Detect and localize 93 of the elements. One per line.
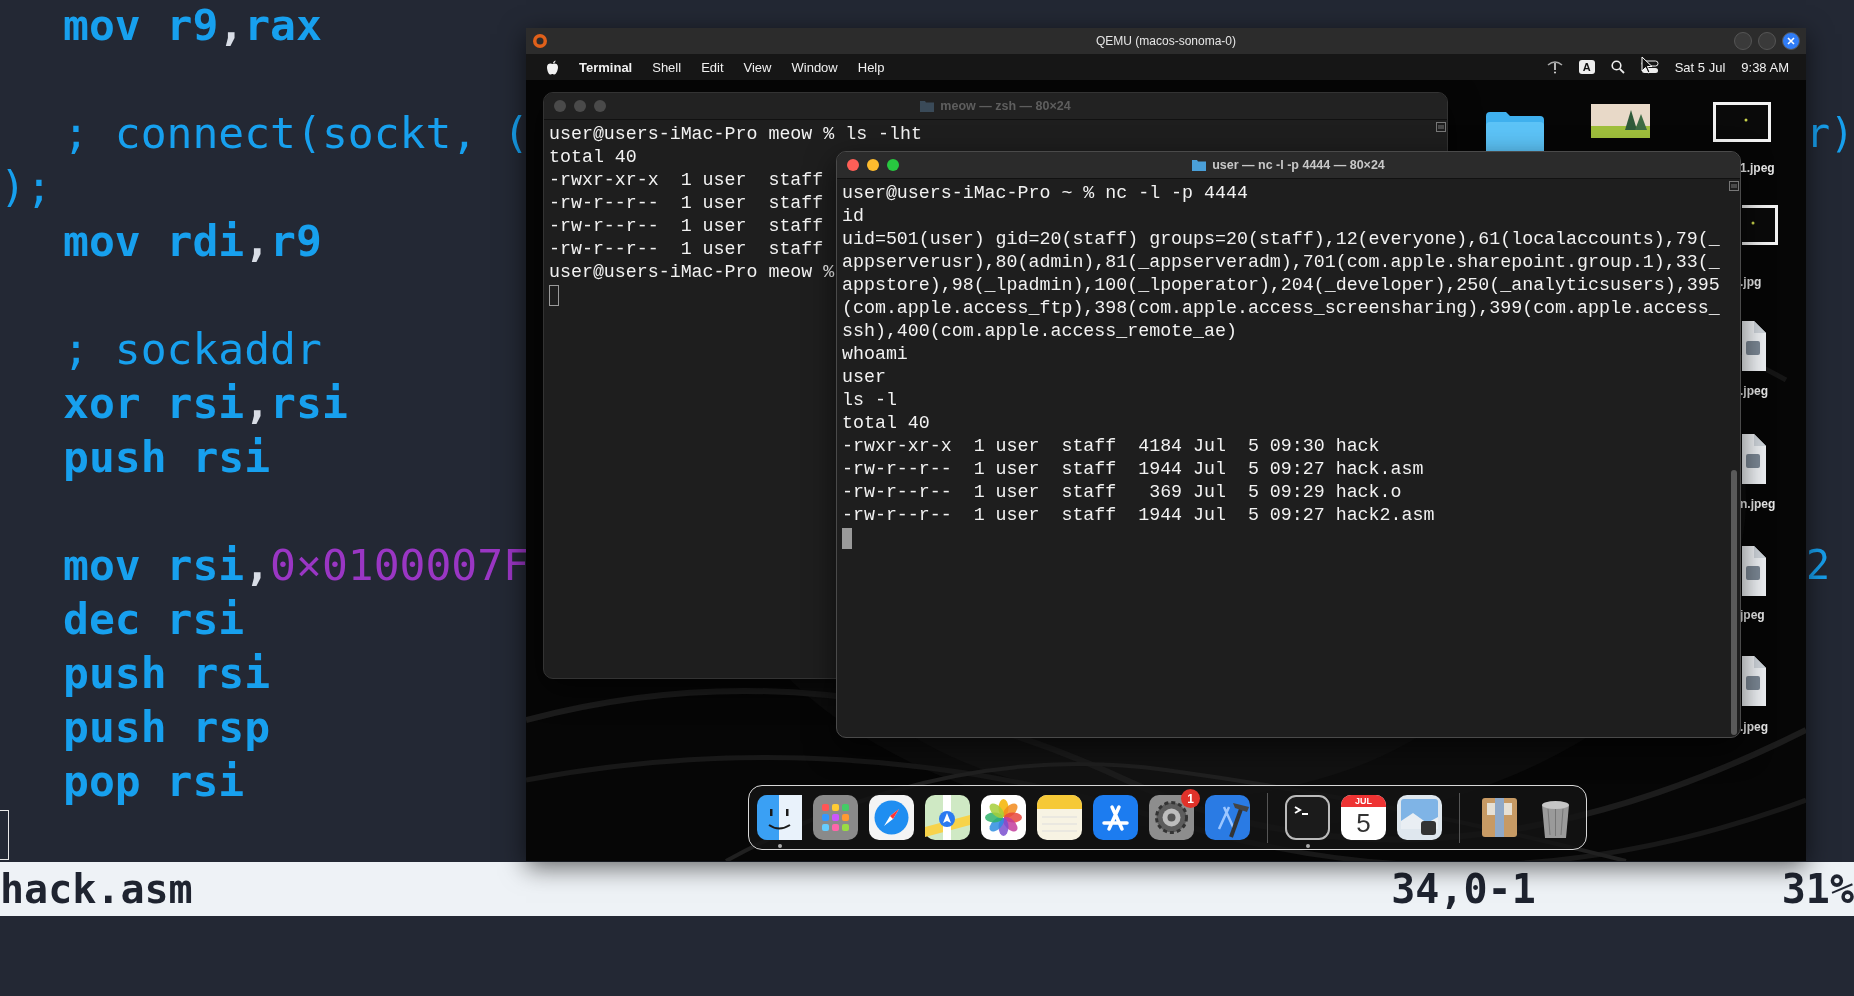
grid-icon[interactable] — [813, 795, 858, 840]
terminal-line: -rwxr-xr-x 1 user staff 4184 Jul 5 09:30 hack — [842, 435, 1380, 458]
logo-icon — [532, 33, 548, 49]
terminal-line: -rw-r--r-- 1 user staff — [549, 192, 824, 215]
close-button[interactable] — [1782, 32, 1800, 50]
map-icon[interactable] — [925, 795, 970, 840]
terminal-line: id — [842, 205, 864, 228]
file-name[interactable]: .jpeg — [1740, 720, 1768, 734]
photo-stack-icon[interactable] — [1397, 795, 1442, 840]
landscape-thumbnail[interactable] — [1591, 104, 1650, 138]
menu-item[interactable]: Window — [791, 59, 838, 75]
code-line-end: 2 — [1806, 542, 1832, 588]
code-line: push rsi — [63, 432, 271, 482]
app-menu[interactable]: Terminal — [579, 59, 633, 75]
code-line: mov r9,rax — [63, 0, 322, 50]
calendar-icon[interactable]: JUL 5 — [1341, 795, 1386, 840]
terminal-line: total 40 — [549, 146, 637, 169]
scroll-percent: 31% — [1781, 866, 1854, 912]
folder-icon — [920, 100, 935, 112]
flower-icon[interactable] — [981, 795, 1026, 840]
code-line: mov rdi,r9 — [63, 216, 322, 266]
scroll-thumb[interactable] — [1731, 470, 1737, 735]
terminal-line: (com.apple.access_ftp),398(com.apple.access_screensharing),399(com.apple.access_ — [842, 297, 1720, 320]
terminal-line: -rw-r--r-- 1 user staff 1944 Jul 5 09:27 hack.asm — [842, 458, 1424, 481]
terminal-line: -rw-r--r-- 1 user staff 369 Jul 5 09:29 hack.o — [842, 481, 1402, 504]
window-title: QEMU (macos-sonoma-0) — [1096, 34, 1236, 48]
terminal-line: uid=501(user) gid=20(staff) groups=20(staff),12(everyone),61(localaccounts),79(_ — [842, 228, 1720, 251]
code-line: push rsi — [63, 648, 271, 698]
code-line: mov rsi,0×0100007F — [63, 540, 529, 590]
terminal-line: -rwxr-xr-x 1 user staff — [549, 169, 824, 192]
terminal-line: user@users-iMac-Pro meow % — [549, 261, 835, 284]
gear-icon[interactable] — [1149, 795, 1194, 840]
code-line: dec rsi — [63, 594, 245, 644]
folder-icon[interactable] — [1486, 110, 1544, 151]
code-line-end: r) — [1806, 110, 1854, 156]
input-source-indicator[interactable]: A — [1578, 60, 1595, 74]
document-icon[interactable] — [1742, 319, 1768, 373]
terminal-line: -rw-r--r-- 1 user staff — [549, 215, 824, 238]
document-icon[interactable] — [1742, 432, 1768, 486]
apple-logo-icon[interactable] — [546, 59, 559, 75]
compass-icon[interactable] — [869, 795, 914, 840]
terminal-line: user@users-iMac-Pro ~ % nc -l -p 4444 — [842, 182, 1248, 205]
code-line: xor rsi,rsi — [63, 378, 348, 428]
file-name[interactable]: .jpeg — [1740, 384, 1768, 398]
face-icon[interactable] — [757, 795, 802, 840]
document-icon[interactable] — [1742, 544, 1768, 598]
terminal-line: ssh),400(com.apple.access_remote_ae) — [842, 320, 1237, 343]
terminal-line: total 40 — [842, 412, 930, 435]
terminal-line: user — [842, 366, 886, 389]
terminal-line: -rw-r--r-- 1 user staff 1944 Jul 5 09:27 hack2.asm — [842, 504, 1435, 527]
code-line: ; sockaddr — [63, 324, 322, 374]
document-icon[interactable] — [1742, 654, 1768, 708]
file-name[interactable]: 1.jpeg — [1740, 161, 1775, 175]
menu-item[interactable]: View — [743, 59, 772, 75]
code-line: ; connect(sockt, ( — [63, 108, 529, 158]
terminal-line: appserverusr),80(admin),81(_appserveradm),701(com.apple.sharepoint.group.1),33(_ — [842, 251, 1720, 274]
minimize-button[interactable] — [867, 159, 879, 171]
menu-item[interactable]: Shell — [652, 59, 682, 75]
code-line: ); — [0, 162, 52, 212]
terminal-line: appstore),98(_lpadmin),100(_lpoperator),204(_developer),250(_analyticsusers),395 — [842, 274, 1720, 297]
code-line: pop rsi — [63, 756, 245, 806]
split-icon[interactable] — [1436, 122, 1446, 132]
terminal-line: whoami — [842, 343, 908, 366]
menu-item[interactable]: Edit — [701, 59, 724, 75]
notepad-icon[interactable] — [1037, 795, 1082, 840]
image-thumbnail[interactable] — [1742, 205, 1778, 245]
terminal-line: user@users-iMac-Pro meow % ls -lht — [549, 123, 922, 146]
notification-badge: 1 — [1181, 789, 1200, 808]
time-label[interactable]: 9:38 AM — [1741, 59, 1789, 75]
menu-item[interactable]: Help — [857, 59, 885, 75]
terminal-cursor — [549, 285, 559, 306]
search-icon[interactable] — [1610, 60, 1625, 74]
hammer-icon[interactable] — [1205, 795, 1250, 840]
zoom-button[interactable] — [887, 159, 899, 171]
code-line: push rsp — [63, 702, 271, 752]
file-name: hack.asm — [0, 866, 193, 912]
app-store-icon[interactable] — [1093, 795, 1138, 840]
date-label[interactable]: Sat 5 Jul — [1674, 59, 1726, 75]
terminal-icon[interactable] — [1285, 795, 1330, 840]
split-icon[interactable] — [1729, 181, 1739, 191]
terminal-line: -rw-r--r-- 1 user staff — [549, 238, 824, 261]
terminal-title: user — nc -l -p 4444 — 80×24 — [1212, 158, 1385, 172]
terminal-cursor — [842, 528, 852, 549]
file-name[interactable]: jpeg — [1740, 608, 1765, 622]
wifi-alert-icon[interactable] — [1546, 60, 1563, 74]
file-name[interactable]: n.jpeg — [1740, 497, 1776, 511]
cursor-position: 34,0-1 — [1391, 866, 1536, 912]
close-icon — [1787, 37, 1795, 45]
terminal-title: meow — zsh — 80×24 — [940, 99, 1071, 113]
terminal-line: ls -l — [842, 389, 897, 412]
text-cursor — [0, 810, 9, 860]
image-thumbnail[interactable] — [1713, 102, 1771, 142]
file-name[interactable]: .jpg — [1740, 275, 1762, 289]
